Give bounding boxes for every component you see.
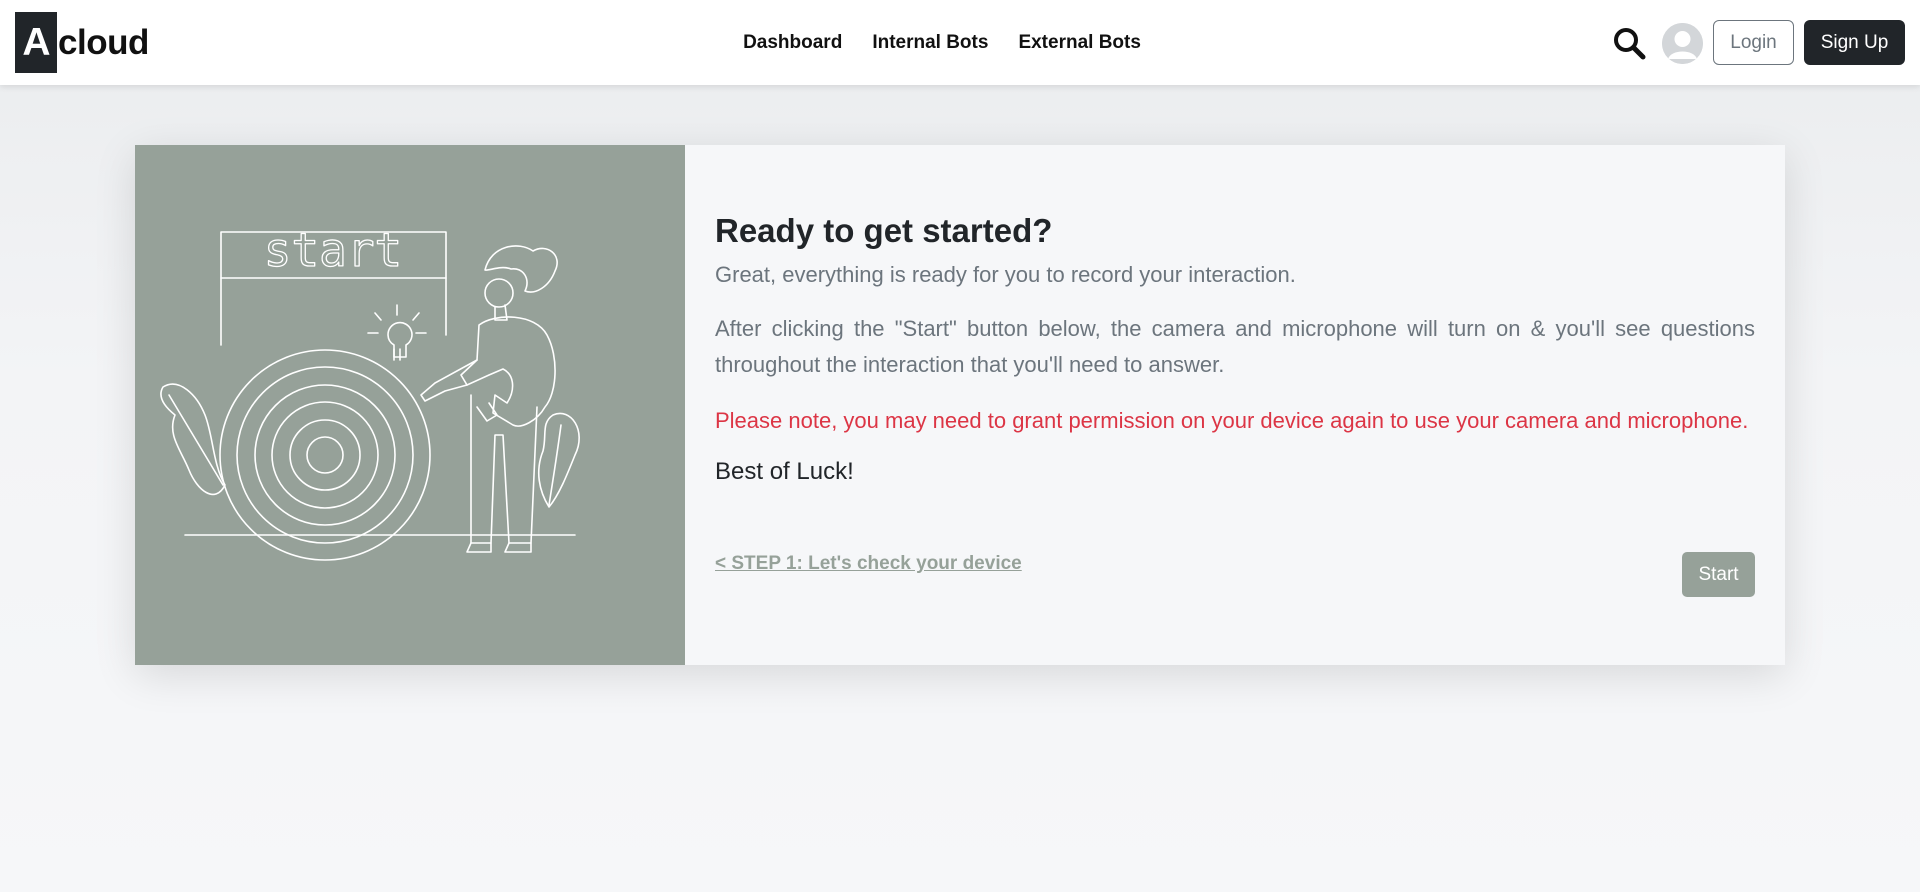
nav-link-dashboard[interactable]: Dashboard: [743, 30, 842, 56]
search-icon[interactable]: [1612, 26, 1646, 60]
permission-note: Please note, you may need to grant permi…: [715, 408, 1749, 433]
ready-message: Great, everything is ready for you to re…: [715, 262, 1296, 287]
card-title: Ready to get started?: [715, 212, 1053, 249]
user-avatar-icon[interactable]: [1662, 23, 1703, 64]
nav-link-internal-bots[interactable]: Internal Bots: [872, 30, 988, 56]
back-to-step1-link[interactable]: < STEP 1: Let's check your device: [715, 553, 1022, 575]
instructions-text: After clicking the "Start" button below,…: [715, 316, 1755, 377]
get-started-card: start Ready to get started? Great, every…: [135, 145, 1785, 665]
signup-button[interactable]: Sign Up: [1804, 20, 1905, 65]
top-navbar: A cloud Dashboard Internal Bots External…: [0, 0, 1920, 85]
start-button[interactable]: Start: [1682, 552, 1755, 597]
sign-start-text: start: [264, 223, 402, 277]
card-content: Ready to get started? Great, everything …: [685, 145, 1785, 665]
login-button[interactable]: Login: [1713, 20, 1794, 65]
nav-link-external-bots[interactable]: External Bots: [1018, 30, 1140, 56]
good-luck-text: Best of Luck!: [715, 458, 854, 485]
start-target-illustration: start: [135, 145, 685, 665]
